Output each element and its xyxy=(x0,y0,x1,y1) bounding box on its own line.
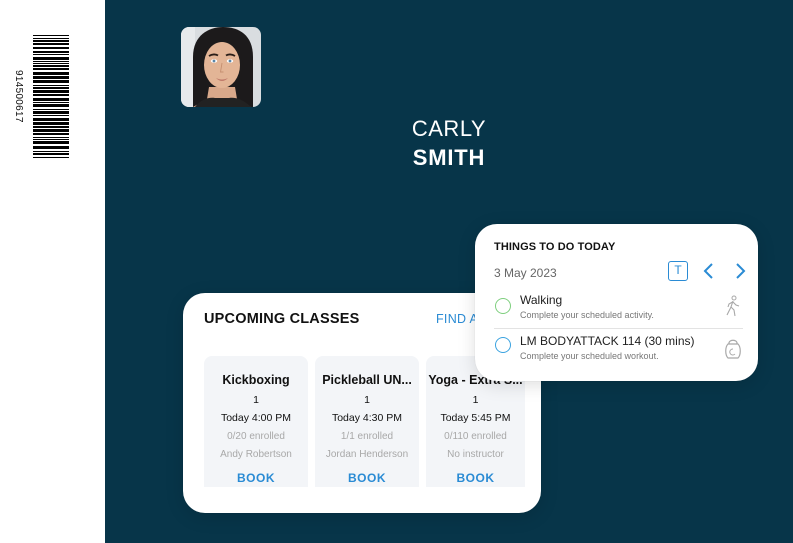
barcode-number: 914500617 xyxy=(13,70,24,123)
barcode-bar xyxy=(33,118,69,121)
class-card: Pickleball UN... 1 Today 4:30 PM 1/1 enr… xyxy=(315,356,419,487)
class-instructor: No instructor xyxy=(447,449,504,460)
barcode-bar xyxy=(33,68,69,70)
barcode-bar xyxy=(33,40,69,42)
barcode-bar xyxy=(33,65,69,67)
class-enrollment: 0/20 enrolled xyxy=(227,431,285,442)
barcode-bar xyxy=(33,126,69,128)
member-last-name: SMITH xyxy=(412,145,486,170)
barcode-bar xyxy=(33,90,69,93)
barcode-bar xyxy=(33,47,69,49)
barcode-section: 914500617 xyxy=(0,0,105,543)
barcode-bar xyxy=(33,115,69,116)
todo-item-subtitle: Complete your scheduled workout. xyxy=(520,351,659,361)
class-name: Kickboxing xyxy=(222,373,290,387)
todo-item-title: Walking xyxy=(520,293,563,307)
barcode-bar xyxy=(33,111,69,114)
barcode xyxy=(33,35,69,158)
kettlebell-icon xyxy=(723,337,743,359)
barcode-bar xyxy=(33,157,69,158)
status-circle[interactable] xyxy=(495,298,511,314)
member-info-section: CARLY SMITH xyxy=(105,0,793,543)
barcode-bar xyxy=(33,141,69,144)
barcode-bar xyxy=(33,57,69,60)
upcoming-classes-title: UPCOMING CLASSES xyxy=(204,311,360,327)
barcode-bar xyxy=(33,43,69,45)
class-instructor: Andy Robertson xyxy=(220,449,292,460)
barcode-bar xyxy=(33,38,69,39)
barcode-bar xyxy=(33,85,69,86)
member-first-name: CARLY xyxy=(411,116,487,141)
barcode-bar xyxy=(33,109,69,110)
todo-item-subtitle: Complete your scheduled activity. xyxy=(520,310,654,320)
class-enrollment: 0/110 enrolled xyxy=(444,431,507,442)
member-photo xyxy=(181,27,261,107)
book-button[interactable]: BOOK xyxy=(315,471,419,485)
barcode-bar xyxy=(33,122,69,125)
things-to-do-panel: THINGS TO DO TODAY 3 May 2023 T Walking … xyxy=(475,224,758,381)
todo-date: 3 May 2023 xyxy=(494,266,557,280)
barcode-bar xyxy=(33,87,69,89)
todo-item-walking[interactable]: Walking Complete your scheduled activity… xyxy=(494,290,743,330)
class-time: Today 4:30 PM xyxy=(331,412,403,424)
barcode-bar xyxy=(33,102,69,103)
class-time: Today 4:00 PM xyxy=(220,412,292,424)
things-to-do-title: THINGS TO DO TODAY xyxy=(494,241,616,253)
previous-day-button[interactable] xyxy=(701,262,717,280)
barcode-bar xyxy=(33,51,69,53)
barcode-bar xyxy=(33,72,69,75)
class-card: Kickboxing 1 Today 4:00 PM 0/20 enrolled… xyxy=(204,356,308,487)
barcode-bar xyxy=(33,98,69,101)
status-circle[interactable] xyxy=(495,337,511,353)
barcode-bar xyxy=(33,153,69,155)
barcode-bar xyxy=(33,129,69,132)
next-day-button[interactable] xyxy=(732,262,748,280)
book-button[interactable]: BOOK xyxy=(204,471,308,485)
book-button[interactable]: BOOK xyxy=(426,471,525,485)
class-count: 1 xyxy=(253,394,259,406)
barcode-bar xyxy=(33,63,69,64)
barcode-bar xyxy=(33,61,69,62)
barcode-bar xyxy=(33,35,69,36)
barcode-bar xyxy=(33,133,69,135)
chevron-left-icon xyxy=(703,263,713,279)
class-count: 1 xyxy=(364,394,370,406)
class-enrollment: 1/1 enrolled xyxy=(340,431,394,442)
barcode-bar xyxy=(33,139,69,140)
class-name: Pickleball UN... xyxy=(322,373,412,387)
barcode-bar xyxy=(33,94,69,96)
barcode-bar xyxy=(33,80,69,83)
today-button[interactable]: T xyxy=(668,261,688,281)
barcode-bar xyxy=(33,104,69,107)
member-id-card: 914500617 CARLY SMITH xyxy=(0,0,793,543)
class-instructor: Jordan Henderson xyxy=(325,449,409,460)
todo-item-title: LM BODYATTACK 114 (30 mins) xyxy=(520,334,695,348)
class-count: 1 xyxy=(472,394,479,406)
barcode-bar xyxy=(33,146,69,149)
walking-icon xyxy=(723,295,743,317)
todo-item-bodyattack[interactable]: LM BODYATTACK 114 (30 mins) Complete you… xyxy=(494,328,743,368)
barcode-bar xyxy=(33,137,69,138)
class-time: Today 5:45 PM xyxy=(440,412,511,424)
barcode-bar xyxy=(33,54,69,55)
chevron-right-icon xyxy=(736,263,746,279)
barcode-bar xyxy=(33,76,69,79)
barcode-bar xyxy=(33,151,69,152)
